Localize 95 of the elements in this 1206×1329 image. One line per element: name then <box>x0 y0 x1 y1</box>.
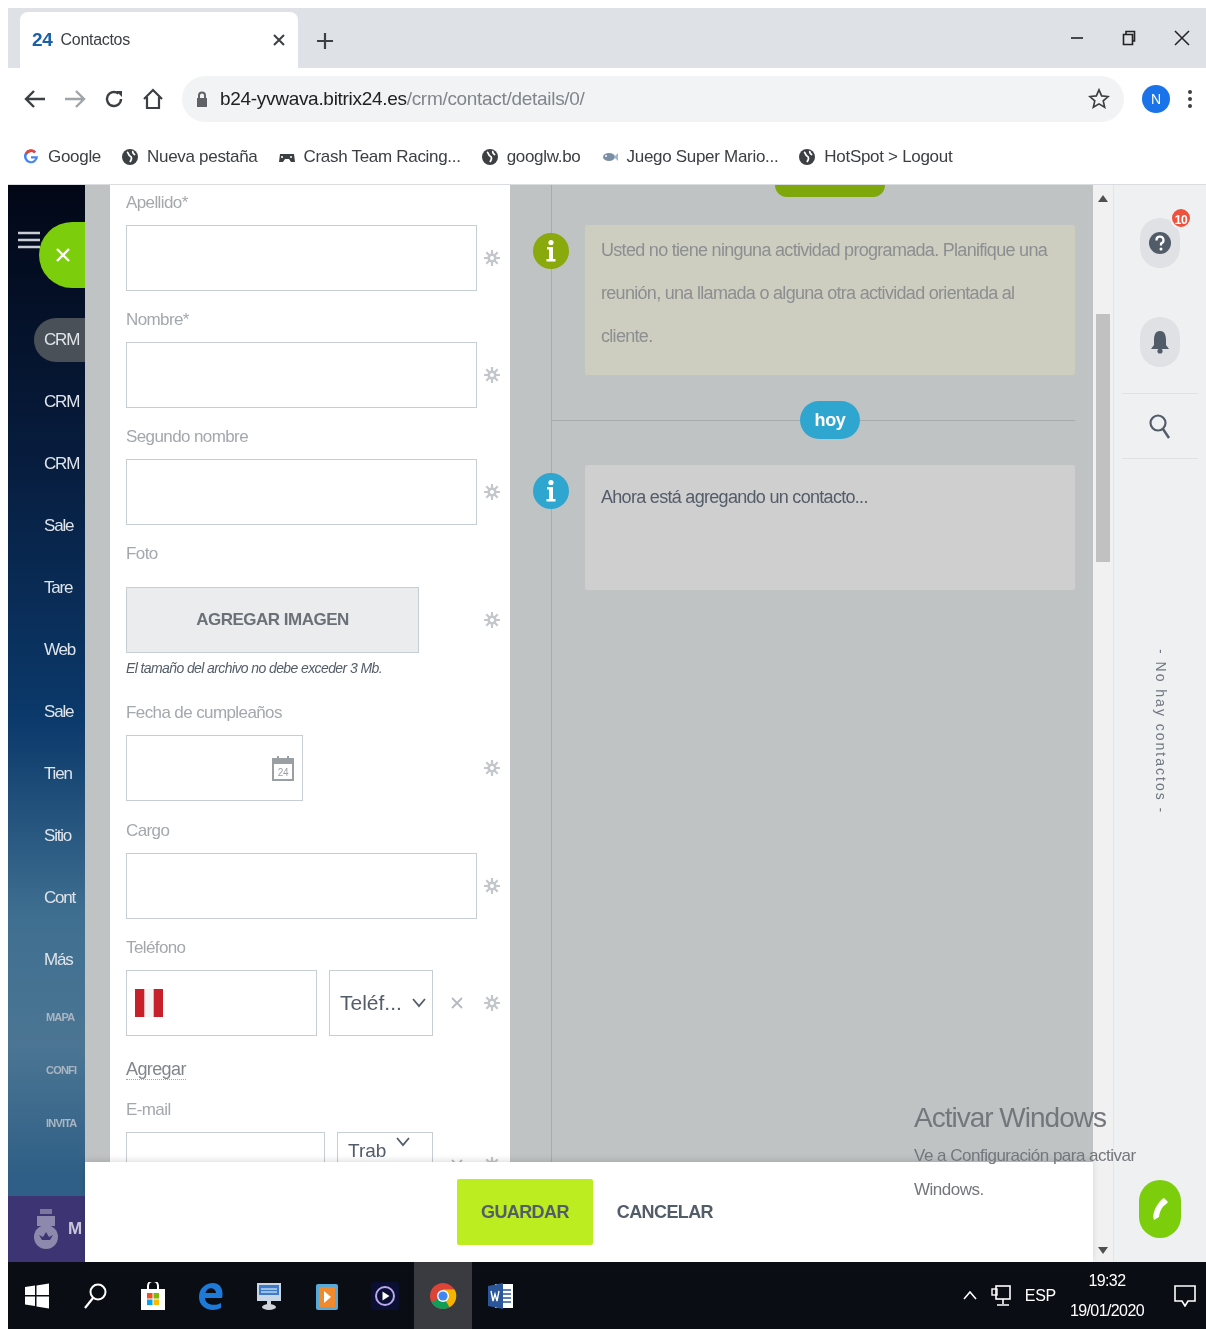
field-label: Fecha de cumpleaños <box>126 702 283 724</box>
text-field[interactable] <box>126 853 477 919</box>
field-label: Teléfono <box>126 937 187 959</box>
sidebar-item[interactable]: CRM <box>8 371 85 433</box>
round-browser-icon <box>429 1281 457 1310</box>
plus-icon[interactable] <box>316 32 334 50</box>
sidebar-item[interactable]: CRM <box>34 318 85 362</box>
taskbar-button[interactable] <box>414 1262 472 1329</box>
sidebar-item[interactable]: CRM <box>8 433 85 495</box>
close-button[interactable] <box>39 222 85 288</box>
forward-icon <box>64 89 86 109</box>
activation-text: Ve a Configuración para activar Windows. <box>914 1145 1137 1201</box>
scroll-up-icon[interactable] <box>1098 195 1108 202</box>
scrollbar-thumb[interactable] <box>1096 314 1110 562</box>
flag-icon <box>135 989 163 1017</box>
globe-icon <box>480 148 499 166</box>
star-icon[interactable] <box>1088 88 1110 110</box>
search-icon[interactable] <box>1149 414 1171 440</box>
sidebar-item[interactable]: Web <box>8 619 85 681</box>
notifications-button[interactable] <box>1140 317 1180 367</box>
bookmark-link[interactable]: Nueva pestaña <box>121 144 258 170</box>
add-image-button[interactable]: AGREGAR IMAGEN <box>126 587 419 653</box>
shopping-bag-icon <box>139 1281 167 1310</box>
field-label: Foto <box>126 543 159 565</box>
bookmark-link[interactable]: HotSpot > Logout <box>798 144 953 170</box>
text-field[interactable] <box>126 459 477 525</box>
phone-icon <box>1150 1196 1170 1222</box>
sidebar-item[interactable]: Sitio <box>8 805 85 867</box>
sidebar-item[interactable]: Sale <box>8 681 85 743</box>
address-bar[interactable]: b24-yvwava.bitrix24.es/crm/contact/details/0/ <box>182 76 1124 122</box>
media-file-icon <box>313 1281 341 1310</box>
close-icon[interactable] <box>1174 30 1190 46</box>
browser-tab[interactable]: 24 Contactos <box>20 12 298 68</box>
add-link[interactable]: Agregar <box>126 1059 186 1080</box>
field-label: E-mail <box>126 1099 172 1121</box>
field-label: Nombre* <box>126 309 190 331</box>
chevron-down-icon <box>396 1137 411 1147</box>
activity-message: Ahora está agregando un contacto... <box>585 465 1075 590</box>
close-icon <box>55 247 71 263</box>
home-icon[interactable] <box>142 88 164 110</box>
avatar-icon[interactable] <box>32 1209 60 1249</box>
bookmark-link[interactable]: googlw.bo <box>480 144 581 170</box>
restore-icon[interactable] <box>1122 30 1136 46</box>
search-icon <box>81 1281 109 1310</box>
lock-icon <box>196 91 208 107</box>
google-icon <box>22 148 40 166</box>
sidebar-item[interactable]: Cont <box>8 867 85 929</box>
activity-message: Usted no tiene ninguna actividad programada. Planifique una reunión, una llamada o alguna otra actividad orientada al cliente. <box>585 225 1075 375</box>
chevron-up-icon[interactable] <box>962 1291 977 1300</box>
globe-icon <box>121 148 140 166</box>
clock-time: 19:32 <box>1088 1270 1126 1291</box>
field-label: Cargo <box>126 820 171 842</box>
browser-icon <box>197 1281 225 1310</box>
menu-icon[interactable] <box>1188 89 1192 109</box>
document-icon <box>487 1281 515 1310</box>
bookmark-link[interactable]: Google <box>22 144 102 170</box>
language-indicator[interactable]: ESP <box>1024 1283 1056 1308</box>
tab-title: Contactos <box>60 30 131 50</box>
notification-icon[interactable] <box>1174 1284 1196 1307</box>
field-label: Apellido* <box>126 192 189 214</box>
globe-icon <box>798 148 817 166</box>
favicon-logo: 24 <box>32 27 53 52</box>
field-label: Segundo nombre <box>126 426 250 448</box>
help-icon <box>1149 232 1171 254</box>
sidebar-item[interactable]: Más <box>8 929 85 991</box>
close-icon[interactable] <box>272 33 286 47</box>
back-icon[interactable] <box>24 89 46 109</box>
monitor-icon <box>255 1281 283 1310</box>
type-dropdown[interactable]: Trab <box>337 1132 433 1162</box>
sidebar-item[interactable]: Tien <box>8 743 85 805</box>
sidebar-item[interactable]: Tare <box>8 557 85 619</box>
text-field[interactable] <box>126 225 477 291</box>
network-icon[interactable] <box>990 1284 1011 1307</box>
user-name: M <box>68 1218 82 1241</box>
bell-icon <box>1150 330 1170 354</box>
scroll-down-icon[interactable] <box>1098 1247 1108 1254</box>
count-badge: 10 <box>1170 207 1192 229</box>
cancel-button[interactable]: CANCELAR <box>616 1179 713 1245</box>
date-badge: hoy <box>800 401 860 439</box>
profile-button[interactable]: N <box>1142 85 1170 113</box>
activation-title: Activar Windows <box>914 1101 1107 1135</box>
phone-field[interactable] <box>126 970 317 1036</box>
empty-contacts-text: - No hay contactos - <box>1151 649 1170 815</box>
bookmark-link[interactable]: Crash Team Racing... <box>277 144 461 170</box>
reload-icon[interactable] <box>104 89 124 109</box>
sidebar-item[interactable]: Sale <box>8 495 85 557</box>
file-size-note: El tamaño del archivo no debe exceder 3 Mb. <box>126 659 383 678</box>
chevron-down-icon <box>411 998 426 1008</box>
save-button[interactable]: GUARDAR <box>457 1179 593 1245</box>
text-field[interactable] <box>126 342 477 408</box>
start-icon <box>23 1281 51 1310</box>
bookmark-link[interactable]: Juego Super Mario... <box>600 144 779 170</box>
clock-date: 19/01/2020 <box>1069 1300 1144 1321</box>
menu-icon[interactable] <box>18 231 40 249</box>
type-dropdown[interactable]: Teléf... <box>329 970 433 1036</box>
